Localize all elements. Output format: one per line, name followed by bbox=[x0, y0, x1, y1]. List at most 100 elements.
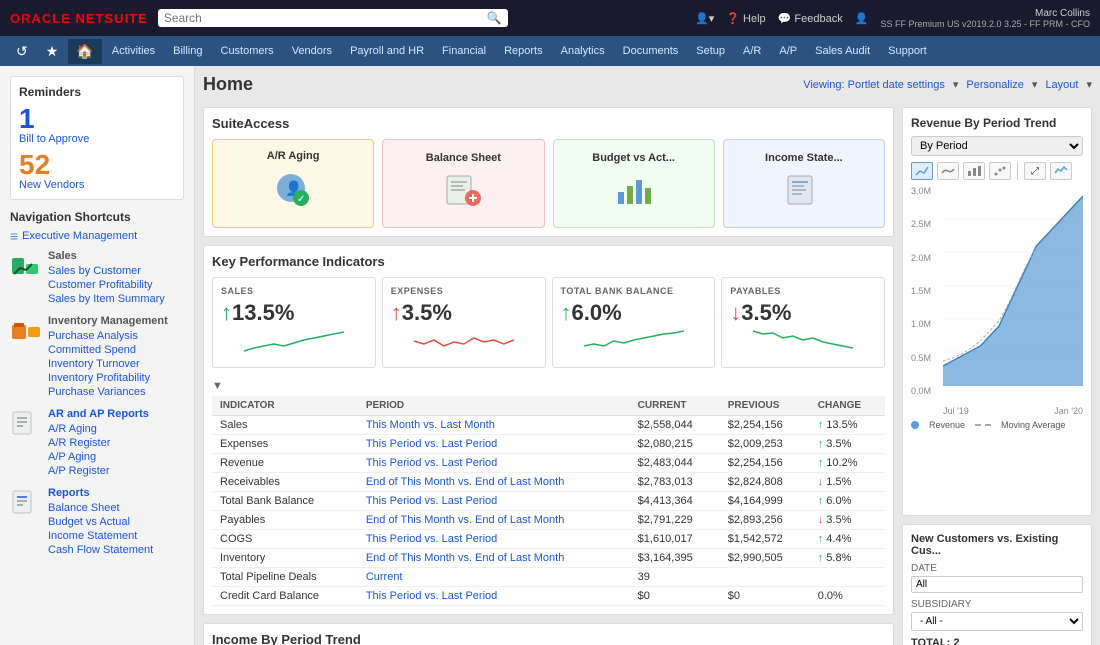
cell-previous: $2,893,256 bbox=[720, 511, 810, 530]
nav-documents[interactable]: Documents bbox=[615, 41, 687, 61]
ar-aging-label: A/R Aging bbox=[267, 150, 320, 162]
chart-line-icon[interactable] bbox=[911, 162, 933, 180]
link-ap-aging[interactable]: A/P Aging bbox=[48, 451, 149, 463]
cell-change bbox=[810, 568, 885, 587]
subsidiary-select[interactable]: - All - bbox=[911, 612, 1083, 631]
home-icon[interactable]: 🏠 bbox=[68, 39, 101, 64]
search-icon[interactable]: 🔍 bbox=[487, 11, 502, 25]
chart-bar-icon[interactable] bbox=[963, 162, 985, 180]
chart-squiggle-icon[interactable] bbox=[1050, 162, 1072, 180]
link-purchase-analysis[interactable]: Purchase Analysis bbox=[48, 330, 168, 342]
y-15m: 1.5M bbox=[911, 286, 943, 296]
search-container[interactable]: 🔍 bbox=[158, 9, 508, 27]
cell-previous: $2,824,808 bbox=[720, 473, 810, 492]
link-committed-spend[interactable]: Committed Spend bbox=[48, 344, 168, 356]
nav-ar[interactable]: A/R bbox=[735, 41, 769, 61]
reminder-count-2: 52 bbox=[19, 151, 175, 179]
inventory-icon bbox=[10, 315, 42, 347]
budget-icon bbox=[614, 172, 654, 215]
kpi-sales-label: SALES bbox=[221, 286, 367, 296]
reminder-label-1[interactable]: Bill to Approve bbox=[19, 133, 175, 145]
cell-period[interactable]: This Month vs. Last Month bbox=[358, 416, 630, 435]
link-customer-profitability[interactable]: Customer Profitability bbox=[48, 279, 165, 291]
chart-wave-icon[interactable] bbox=[937, 162, 959, 180]
link-budget-vs-actual[interactable]: Budget vs Actual bbox=[48, 516, 153, 528]
kpi-bank-label: TOTAL BANK BALANCE bbox=[561, 286, 707, 296]
nav-activities[interactable]: Activities bbox=[104, 41, 163, 61]
cell-current: $2,558,044 bbox=[630, 416, 720, 435]
link-sales-by-item[interactable]: Sales by Item Summary bbox=[48, 293, 165, 305]
cell-indicator: Sales bbox=[212, 416, 358, 435]
link-ar-aging[interactable]: A/R Aging bbox=[48, 423, 149, 435]
nav-billing[interactable]: Billing bbox=[165, 41, 210, 61]
nav-setup[interactable]: Setup bbox=[688, 41, 733, 61]
y-0m: 0.0M bbox=[911, 386, 943, 396]
reminders-title: Reminders bbox=[19, 85, 175, 99]
layout-link[interactable]: Layout bbox=[1045, 79, 1078, 91]
nav-analytics[interactable]: Analytics bbox=[553, 41, 613, 61]
nav-payroll[interactable]: Payroll and HR bbox=[342, 41, 432, 61]
link-balance-sheet[interactable]: Balance Sheet bbox=[48, 502, 153, 514]
nav-customers[interactable]: Customers bbox=[213, 41, 282, 61]
nav-support[interactable]: Support bbox=[880, 41, 935, 61]
username: Marc Collins bbox=[880, 8, 1090, 19]
help-icon[interactable]: ❓ Help bbox=[726, 12, 765, 25]
suite-access-title: SuiteAccess bbox=[212, 116, 885, 131]
arap-row: AR and AP Reports A/R Aging A/R Register… bbox=[10, 408, 184, 479]
nav-ap[interactable]: A/P bbox=[771, 41, 805, 61]
suite-card-ar[interactable]: A/R Aging 👤✓ bbox=[212, 139, 374, 228]
link-cash-flow[interactable]: Cash Flow Statement bbox=[48, 544, 153, 556]
chart-expand-icon[interactable]: ⤢ bbox=[1024, 162, 1046, 180]
cell-current: $4,413,364 bbox=[630, 492, 720, 511]
user-icon[interactable]: 👤 bbox=[855, 12, 869, 25]
cell-previous: $2,009,253 bbox=[720, 435, 810, 454]
income-icon bbox=[784, 172, 824, 215]
cell-period[interactable]: This Period vs. Last Period bbox=[358, 492, 630, 511]
total-label: TOTAL: 2 bbox=[911, 637, 1083, 645]
link-ar-register[interactable]: A/R Register bbox=[48, 437, 149, 449]
link-inventory-turnover[interactable]: Inventory Turnover bbox=[48, 358, 168, 370]
suite-card-income[interactable]: Income State... bbox=[723, 139, 885, 228]
nav-financial[interactable]: Financial bbox=[434, 41, 494, 61]
viewing-portlet-link[interactable]: Viewing: Portlet date settings bbox=[803, 79, 945, 91]
suite-card-bs[interactable]: Balance Sheet bbox=[382, 139, 544, 228]
link-ap-register[interactable]: A/P Register bbox=[48, 465, 149, 477]
cell-period[interactable]: This Period vs. Last Period bbox=[358, 530, 630, 549]
income-trend-panel: Income By Period Trend bbox=[203, 623, 894, 645]
netsuite-text: NETSUITE bbox=[76, 11, 148, 26]
nav-reports[interactable]: Reports bbox=[496, 41, 551, 61]
home-refresh-icon[interactable]: ↺ bbox=[8, 43, 36, 60]
reminder-label-2[interactable]: New Vendors bbox=[19, 179, 175, 191]
feedback-icon[interactable]: 💬 Feedback bbox=[778, 12, 843, 25]
person-icon[interactable]: 👤▾ bbox=[695, 12, 714, 25]
exec-management-link[interactable]: ≡ Executive Management bbox=[10, 228, 184, 244]
th-previous: PREVIOUS bbox=[720, 396, 810, 416]
link-inventory-profitability[interactable]: Inventory Profitability bbox=[48, 372, 168, 384]
chart-scatter-icon[interactable] bbox=[989, 162, 1011, 180]
cell-period[interactable]: End of This Month vs. End of Last Month bbox=[358, 473, 630, 492]
nav-sales-audit[interactable]: Sales Audit bbox=[807, 41, 878, 61]
revenue-period-select[interactable]: By Period bbox=[911, 136, 1083, 156]
link-sales-by-customer[interactable]: Sales by Customer bbox=[48, 265, 165, 277]
link-income-statement[interactable]: Income Statement bbox=[48, 530, 153, 542]
nav-vendors[interactable]: Vendors bbox=[284, 41, 340, 61]
date-input[interactable] bbox=[911, 576, 1083, 593]
search-input[interactable] bbox=[164, 11, 487, 25]
cell-period[interactable]: End of This Month vs. End of Last Month bbox=[358, 549, 630, 568]
cell-period[interactable]: End of This Month vs. End of Last Month bbox=[358, 511, 630, 530]
sales-icon bbox=[10, 250, 42, 282]
cell-period[interactable]: This Period vs. Last Period bbox=[358, 435, 630, 454]
personalize-link[interactable]: Personalize bbox=[966, 79, 1023, 91]
cell-period[interactable]: This Period vs. Last Period bbox=[358, 454, 630, 473]
th-indicator: INDICATOR bbox=[212, 396, 358, 416]
cell-change: 0.0% bbox=[810, 587, 885, 606]
kpi-sales-sparkline bbox=[221, 326, 367, 356]
suite-card-budget[interactable]: Budget vs Act... bbox=[553, 139, 715, 228]
filter-icon[interactable]: ▼ bbox=[212, 380, 223, 392]
reports-group-title: Reports bbox=[48, 487, 153, 499]
favorites-icon[interactable]: ★ bbox=[38, 43, 67, 60]
link-purchase-variances[interactable]: Purchase Variances bbox=[48, 386, 168, 398]
cell-period[interactable]: Current bbox=[358, 568, 630, 587]
cell-period[interactable]: This Period vs. Last Period bbox=[358, 587, 630, 606]
legend-revenue-dot bbox=[911, 421, 919, 429]
